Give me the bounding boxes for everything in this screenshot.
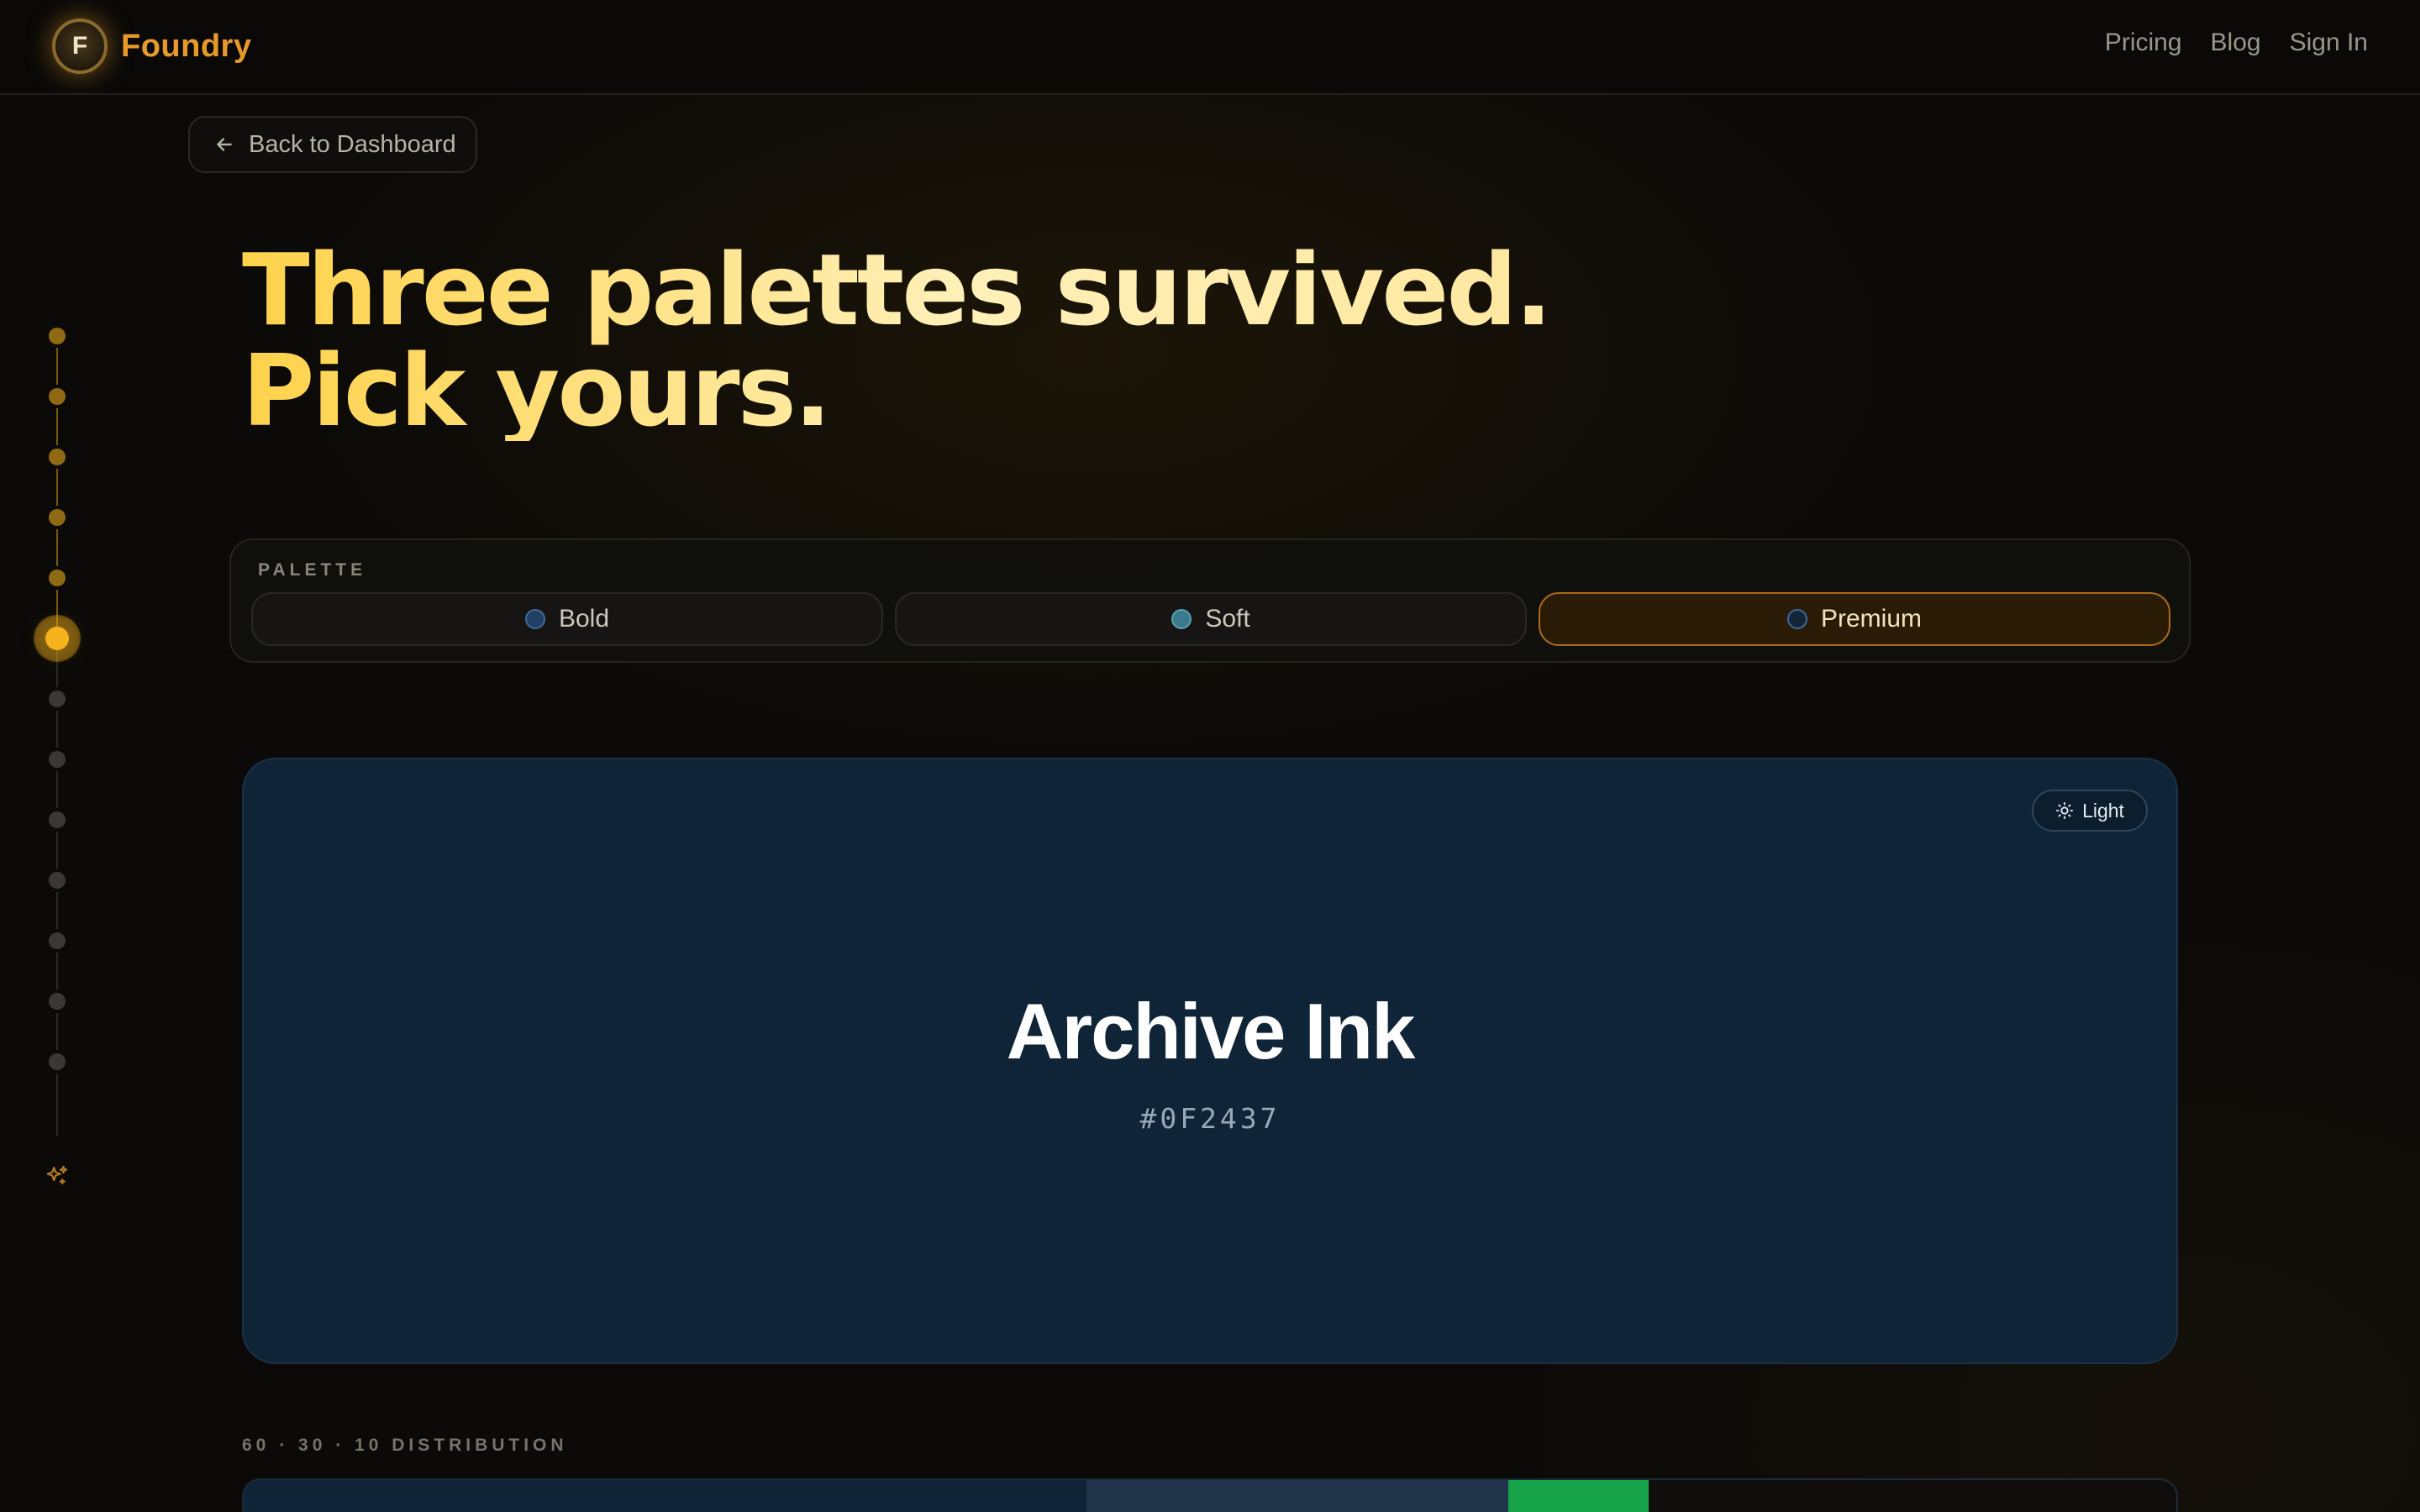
- stepper-connector: [56, 832, 58, 869]
- stepper-step-11[interactable]: [49, 932, 66, 949]
- page-headline: Three palettes survived. Pick yours.: [242, 239, 1550, 441]
- distribution-segment-1: [244, 1480, 1086, 1512]
- nav-sign-in-link[interactable]: Sign In: [2290, 29, 2368, 57]
- stepper-step-7[interactable]: [49, 690, 66, 707]
- top-header: F Foundry Pricing Blog Sign In: [0, 0, 2420, 95]
- stepper-step-4[interactable]: [49, 509, 66, 526]
- stepper-step-1[interactable]: [49, 328, 66, 344]
- stepper-step-8[interactable]: [49, 751, 66, 768]
- palette-picker: PALETTE Bold Soft Premium: [229, 538, 2191, 663]
- distribution-segment-3: [1508, 1480, 1649, 1512]
- arrow-left-icon: [217, 138, 232, 151]
- palette-option-bold[interactable]: Bold: [251, 592, 883, 646]
- color-name: Archive Ink: [1006, 987, 1416, 1075]
- distribution-label: 60 · 30 · 10 DISTRIBUTION: [242, 1436, 568, 1455]
- stepper-connector: [56, 711, 58, 748]
- stepper-connector: [56, 348, 58, 385]
- color-hex: #0F2437: [1139, 1102, 1281, 1135]
- stepper-connector: [56, 408, 58, 445]
- stepper-connector: [56, 892, 58, 929]
- back-to-dashboard-button[interactable]: Back to Dashboard: [188, 116, 477, 173]
- stepper-step-13[interactable]: [49, 1053, 66, 1070]
- progress-stepper: [0, 0, 118, 1512]
- headline-line-1: Three palettes survived.: [242, 232, 1550, 348]
- stepper-connector: [56, 590, 58, 627]
- stepper-connector: [56, 1074, 58, 1136]
- brand-name: Foundry: [121, 28, 252, 64]
- nav-pricing-link[interactable]: Pricing: [2105, 29, 2182, 57]
- distribution-remainder: [1649, 1480, 2176, 1512]
- stepper-step-5[interactable]: [49, 570, 66, 586]
- stepper-step-3[interactable]: [49, 449, 66, 465]
- color-preview-card: Light Archive Ink #0F2437: [242, 758, 2178, 1364]
- stepper-connector: [56, 1013, 58, 1050]
- headline-line-2: Pick yours.: [242, 333, 829, 449]
- stepper-step-2[interactable]: [49, 388, 66, 405]
- nav-blog-link[interactable]: Blog: [2211, 29, 2261, 57]
- stepper-step-6[interactable]: [45, 627, 69, 650]
- palette-option-label: Soft: [1205, 605, 1250, 633]
- palette-option-soft[interactable]: Soft: [895, 592, 1527, 646]
- light-mode-toggle[interactable]: Light: [2032, 790, 2148, 832]
- stepper-connector: [56, 469, 58, 506]
- mode-toggle-label: Light: [2082, 799, 2124, 822]
- palette-option-premium[interactable]: Premium: [1539, 592, 2170, 646]
- palette-swatch-premium: [1786, 609, 1807, 629]
- stepper-connector: [56, 953, 58, 990]
- back-button-label: Back to Dashboard: [249, 130, 456, 158]
- stepper-connector: [56, 529, 58, 566]
- stepper-step-12[interactable]: [49, 993, 66, 1010]
- stepper-step-9[interactable]: [49, 811, 66, 828]
- distribution-bar: [242, 1478, 2178, 1512]
- top-nav: Pricing Blog Sign In: [2105, 29, 2368, 57]
- stepper-connector: [56, 771, 58, 808]
- palette-label: PALETTE: [258, 560, 367, 580]
- palette-option-label: Bold: [558, 605, 610, 633]
- stepper-step-10[interactable]: [49, 872, 66, 889]
- distribution-segment-2: [1086, 1480, 1508, 1512]
- palette-swatch-soft: [1171, 609, 1192, 629]
- palette-swatch-bold: [524, 609, 545, 629]
- stepper-connector: [56, 650, 58, 687]
- palette-option-label: Premium: [1820, 605, 1922, 633]
- sparkles-icon: [46, 1165, 68, 1185]
- sun-icon: [2055, 801, 2074, 820]
